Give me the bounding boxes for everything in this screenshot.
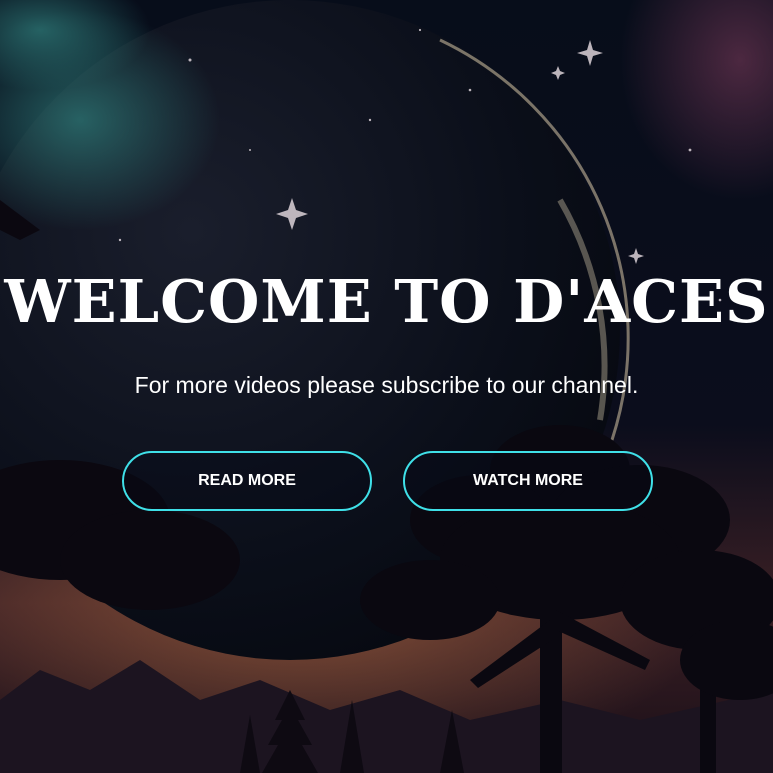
read-more-button[interactable]: READ MORE xyxy=(122,451,372,511)
watch-more-button[interactable]: WATCH MORE xyxy=(403,451,653,511)
hero-section: WELCOME TO D'ACES For more videos please… xyxy=(0,0,773,773)
hero-subtitle: For more videos please subscribe to our … xyxy=(134,372,639,398)
hero-title: WELCOME TO D'ACES xyxy=(4,267,769,336)
